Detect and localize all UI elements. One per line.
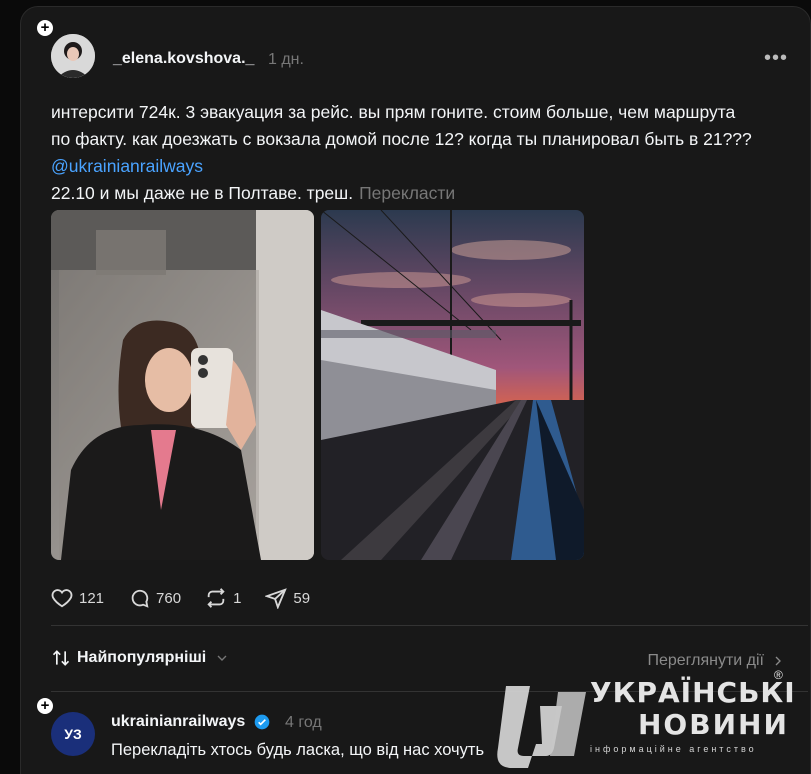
repost-count: 1 xyxy=(233,589,242,607)
post-text-line: 22.10 и мы даже не в Полтаве. треш. xyxy=(51,183,354,203)
reply-avatar-text: УЗ xyxy=(64,726,82,742)
share-count: 59 xyxy=(293,589,311,607)
view-activity-link[interactable]: Переглянути дії xyxy=(647,652,786,670)
reply-text: Перекладіть хтось будь ласка, що від нас… xyxy=(111,741,485,759)
divider xyxy=(51,625,808,626)
reply-username[interactable]: ukrainianrailways xyxy=(111,713,245,730)
reply-username-row: ukrainianrailways xyxy=(111,713,270,731)
post-body: интерсити 724к. 3 эвакуация за рейс. вы … xyxy=(51,99,791,207)
heart-icon xyxy=(51,589,73,608)
post-time[interactable]: 1 дн. xyxy=(268,51,304,69)
more-icon[interactable]: ••• xyxy=(764,47,788,70)
like-button[interactable]: 121 xyxy=(51,587,104,609)
comment-count: 760 xyxy=(156,589,182,607)
translate-link[interactable]: Перекласти xyxy=(359,183,455,203)
post-actions: 121 760 1 59 xyxy=(51,585,334,611)
post-photo-selfie[interactable] xyxy=(51,210,314,560)
sort-label: Найпопулярніші xyxy=(77,649,207,666)
like-count: 121 xyxy=(79,589,105,607)
chevron-down-icon xyxy=(217,655,227,661)
follow-plus-icon[interactable]: + xyxy=(35,696,55,716)
divider xyxy=(51,691,808,692)
view-activity-label: Переглянути дії xyxy=(647,652,764,669)
comment-button[interactable]: 760 xyxy=(128,587,181,609)
avatar[interactable] xyxy=(51,34,95,78)
post-card: + _elena.kovshova._ 1 дн. ••• интерсити … xyxy=(20,6,811,774)
reply-avatar[interactable]: УЗ xyxy=(51,712,95,756)
post-photo-train[interactable] xyxy=(321,210,584,560)
follow-plus-icon[interactable]: + xyxy=(35,18,55,38)
repost-button[interactable]: 1 xyxy=(205,587,241,609)
comment-icon xyxy=(131,589,149,608)
chevron-right-icon xyxy=(775,656,781,666)
verified-icon xyxy=(254,714,270,730)
post-text-line-4: 22.10 и мы даже не в Полтаве. треш. Перек… xyxy=(51,180,791,207)
mention-link[interactable]: @ukrainianrailways xyxy=(51,153,791,180)
post-username[interactable]: _elena.kovshova._ xyxy=(113,50,254,68)
sort-icon xyxy=(52,650,70,666)
repost-icon xyxy=(207,588,225,608)
reply-time[interactable]: 4 год xyxy=(285,714,322,732)
post-text-line: по факту. как доезжать с вокзала домой п… xyxy=(51,129,752,149)
sort-dropdown[interactable]: Найпопулярніші xyxy=(51,648,230,668)
share-icon xyxy=(265,588,288,609)
post-text-line: интерсити 724к. 3 эвакуация за рейс. вы … xyxy=(51,102,736,122)
share-button[interactable]: 59 xyxy=(265,587,310,609)
